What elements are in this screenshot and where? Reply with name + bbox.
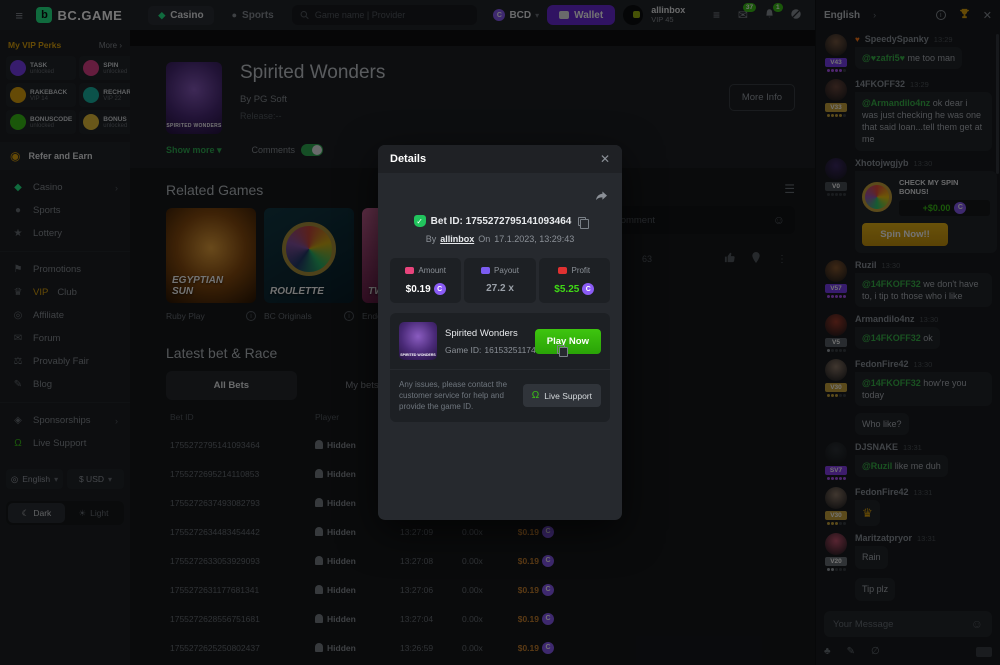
support-note: Any issues, please contact the customer … (399, 379, 515, 413)
app-root: ≡ b BC.GAME ◆ Casino ● Sports C BCD ▾ (0, 0, 1000, 665)
bet-id-row: Bet ID: 1755272795141093464 (390, 215, 610, 227)
bet-datetime: 17.1.2023, 13:29:43 (494, 234, 574, 244)
stat-label: Payout (494, 266, 519, 275)
modal-body: Bet ID: 1755272795141093464 By allinbox … (378, 173, 622, 432)
bet-id-value: 1755272795141093464 (466, 216, 572, 227)
stat-value: $0.19 (406, 284, 431, 295)
stat-card: Profit $5.25 C (539, 258, 610, 303)
on-label: On (478, 234, 490, 244)
coin-icon: C (434, 283, 446, 295)
modal-header: Details ✕ (378, 145, 622, 173)
stat-card: Amount $0.19 C (390, 258, 461, 303)
modal-game-card: SPIRITED WONDERS Spirited Wonders Game I… (390, 313, 610, 369)
headset-icon: Ω (532, 390, 539, 401)
by-label: By (426, 234, 437, 244)
bet-stats: Amount $0.19 C Payout (390, 258, 610, 303)
live-support-label: Live Support (544, 391, 592, 401)
modal-title: Details (390, 153, 426, 165)
close-icon[interactable]: ✕ (600, 152, 610, 166)
copy-icon[interactable] (557, 345, 565, 354)
stat-icon (481, 267, 490, 274)
verified-shield-icon (414, 215, 426, 227)
bet-byline: By allinbox On 17.1.2023, 13:29:43 (390, 234, 610, 244)
stat-icon (558, 267, 567, 274)
game-id-label: Game ID: (445, 345, 481, 355)
copy-icon[interactable] (578, 217, 586, 226)
bet-id-label: Bet ID: (431, 216, 463, 227)
bet-details-modal: Details ✕ Bet ID: 1755272795141093464 By… (378, 145, 622, 520)
stat-card: Payout 27.2 x (464, 258, 535, 303)
modal-note-row: Any issues, please contact the customer … (390, 369, 610, 422)
stat-label: Profit (571, 266, 590, 275)
coin-icon: C (582, 283, 594, 295)
game-thumbnail[interactable]: SPIRITED WONDERS (399, 322, 437, 360)
stat-icon (405, 267, 414, 274)
stat-value: 27.2 x (486, 283, 514, 294)
live-support-button[interactable]: Ω Live Support (523, 384, 601, 407)
stat-label: Amount (418, 266, 446, 275)
stat-value: $5.25 (554, 284, 579, 295)
game-name[interactable]: Spirited Wonders (445, 328, 527, 339)
share-icon[interactable] (595, 189, 608, 207)
player-link[interactable]: allinbox (440, 234, 474, 244)
